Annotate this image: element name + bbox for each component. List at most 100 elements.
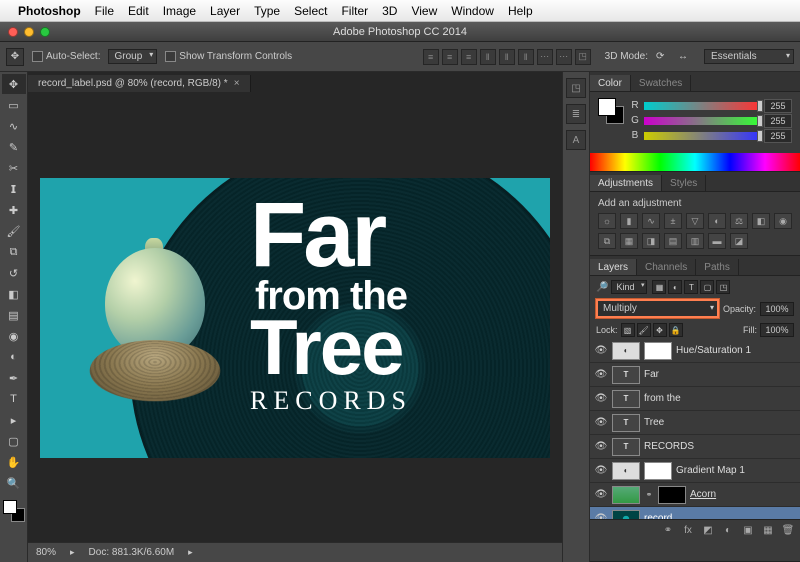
new-layer-icon[interactable]: ▦ <box>760 523 776 539</box>
align-icon[interactable]: ≡ <box>423 49 439 65</box>
menu-window[interactable]: Window <box>451 4 494 18</box>
menu-view[interactable]: View <box>411 4 437 18</box>
align-icon[interactable]: ‖ <box>518 49 534 65</box>
add-mask-icon[interactable]: ◩ <box>700 523 716 539</box>
visibility-icon[interactable]: 👁 <box>594 488 608 502</box>
distribute-icon[interactable]: ⋯ <box>556 49 572 65</box>
blur-tool[interactable]: ◉ <box>2 326 26 346</box>
visibility-icon[interactable]: 👁 <box>594 512 608 520</box>
move-tool-icon[interactable]: ✥ <box>6 48 24 66</box>
layer-row[interactable]: 👁⚭Acorn <box>590 483 800 507</box>
3d-mode-icon[interactable]: ◳ <box>575 49 591 65</box>
layers-tab[interactable]: Layers <box>590 259 637 275</box>
character-panel-icon[interactable]: A <box>566 130 586 150</box>
align-icon[interactable]: ≡ <box>442 49 458 65</box>
properties-panel-icon[interactable]: ≣ <box>566 104 586 124</box>
color-spectrum[interactable] <box>590 153 800 171</box>
path-select-tool[interactable]: ▸ <box>2 410 26 430</box>
layer-row[interactable]: 👁TTree <box>590 411 800 435</box>
adjustments-tab[interactable]: Adjustments <box>590 175 662 191</box>
layer-row[interactable]: 👁Tfrom the <box>590 387 800 411</box>
visibility-icon[interactable]: 👁 <box>594 464 608 478</box>
visibility-icon[interactable]: 👁 <box>594 392 608 406</box>
new-adjustment-icon[interactable]: ◐ <box>720 523 736 539</box>
layer-row[interactable]: 👁TRECORDS <box>590 435 800 459</box>
type-tool[interactable]: T <box>2 389 26 409</box>
brightness-icon[interactable]: ☼ <box>598 213 616 229</box>
filter-pixel-icon[interactable]: ▦ <box>652 280 666 294</box>
fg-bg-swatches[interactable] <box>3 500 25 522</box>
bw-icon[interactable]: ◧ <box>752 213 770 229</box>
filter-shape-icon[interactable]: ▢ <box>700 280 714 294</box>
layer-name[interactable]: Hue/Saturation 1 <box>676 345 751 356</box>
layer-name[interactable]: from the <box>644 393 681 404</box>
menu-help[interactable]: Help <box>508 4 533 18</box>
menu-edit[interactable]: Edit <box>128 4 149 18</box>
align-icon[interactable]: ‖ <box>480 49 496 65</box>
quick-select-tool[interactable]: ✎ <box>2 137 26 157</box>
align-icon[interactable]: ≡ <box>461 49 477 65</box>
exposure-icon[interactable]: ± <box>664 213 682 229</box>
layer-name[interactable]: Acorn <box>690 489 716 500</box>
fill-value[interactable]: 100% <box>760 323 794 337</box>
healing-tool[interactable]: ✚ <box>2 200 26 220</box>
brush-tool[interactable]: 🖌 <box>2 221 26 241</box>
layer-name[interactable]: Tree <box>644 417 664 428</box>
channels-tab[interactable]: Channels <box>637 259 696 275</box>
visibility-icon[interactable]: 👁 <box>594 368 608 382</box>
channel-mixer-icon[interactable]: ⧉ <box>598 233 616 249</box>
paths-tab[interactable]: Paths <box>696 259 739 275</box>
layer-row[interactable]: 👁record <box>590 507 800 519</box>
layer-row[interactable]: 👁TFar <box>590 363 800 387</box>
zoom-arrow-icon[interactable]: ▸ <box>70 547 75 558</box>
opacity-value[interactable]: 100% <box>760 302 794 316</box>
3d-orbit-icon[interactable]: ⟳ <box>656 51 670 62</box>
color-balance-icon[interactable]: ⚖ <box>730 213 748 229</box>
r-value[interactable]: 255 <box>764 99 792 113</box>
hue-icon[interactable]: ◐ <box>708 213 726 229</box>
menu-image[interactable]: Image <box>163 4 196 18</box>
canvas[interactable]: Far from the Tree RECORDS <box>40 178 550 458</box>
layer-name[interactable]: Far <box>644 369 659 380</box>
history-panel-icon[interactable]: ◳ <box>566 78 586 98</box>
vibrance-icon[interactable]: ▽ <box>686 213 704 229</box>
move-tool[interactable]: ✥ <box>2 74 26 94</box>
3d-pan-icon[interactable]: ↔ <box>678 51 692 62</box>
menu-type[interactable]: Type <box>254 4 280 18</box>
marquee-tool[interactable]: ▭ <box>2 95 26 115</box>
workspace-dropdown[interactable]: Essentials <box>704 49 794 64</box>
history-brush-tool[interactable]: ↺ <box>2 263 26 283</box>
eraser-tool[interactable]: ◧ <box>2 284 26 304</box>
filter-smart-icon[interactable]: ◳ <box>716 280 730 294</box>
lock-transparent-icon[interactable]: ▧ <box>621 323 635 337</box>
visibility-icon[interactable]: 👁 <box>594 440 608 454</box>
lock-pixels-icon[interactable]: 🖌 <box>637 323 651 337</box>
hand-tool[interactable]: ✋ <box>2 452 26 472</box>
gradient-map-icon[interactable]: ▬ <box>708 233 726 249</box>
photo-filter-icon[interactable]: ◉ <box>774 213 792 229</box>
layer-style-icon[interactable]: fx <box>680 523 696 539</box>
layer-name[interactable]: RECORDS <box>644 441 694 452</box>
auto-select-checkbox[interactable]: Auto-Select: <box>32 51 100 62</box>
b-slider[interactable] <box>644 132 760 140</box>
lock-all-icon[interactable]: 🔒 <box>669 323 683 337</box>
distribute-icon[interactable]: ⋯ <box>537 49 553 65</box>
link-layers-icon[interactable]: ⚭ <box>660 523 676 539</box>
kind-dropdown[interactable]: Kind <box>611 280 647 294</box>
menu-select[interactable]: Select <box>294 4 327 18</box>
lasso-tool[interactable]: ∿ <box>2 116 26 136</box>
threshold-icon[interactable]: ▥ <box>686 233 704 249</box>
docsize-arrow-icon[interactable]: ▸ <box>188 547 193 558</box>
color-lookup-icon[interactable]: ▦ <box>620 233 638 249</box>
doc-size[interactable]: Doc: 881.3K/6.60M <box>89 547 175 558</box>
menu-layer[interactable]: Layer <box>210 4 240 18</box>
color-tab[interactable]: Color <box>590 75 631 91</box>
levels-icon[interactable]: ▮ <box>620 213 638 229</box>
layer-name[interactable]: Gradient Map 1 <box>676 465 745 476</box>
menu-file[interactable]: File <box>95 4 114 18</box>
stamp-tool[interactable]: ⧉ <box>2 242 26 262</box>
swatches-tab[interactable]: Swatches <box>631 75 691 91</box>
posterize-icon[interactable]: ▤ <box>664 233 682 249</box>
b-value[interactable]: 255 <box>764 129 792 143</box>
pen-tool[interactable]: ✒ <box>2 368 26 388</box>
